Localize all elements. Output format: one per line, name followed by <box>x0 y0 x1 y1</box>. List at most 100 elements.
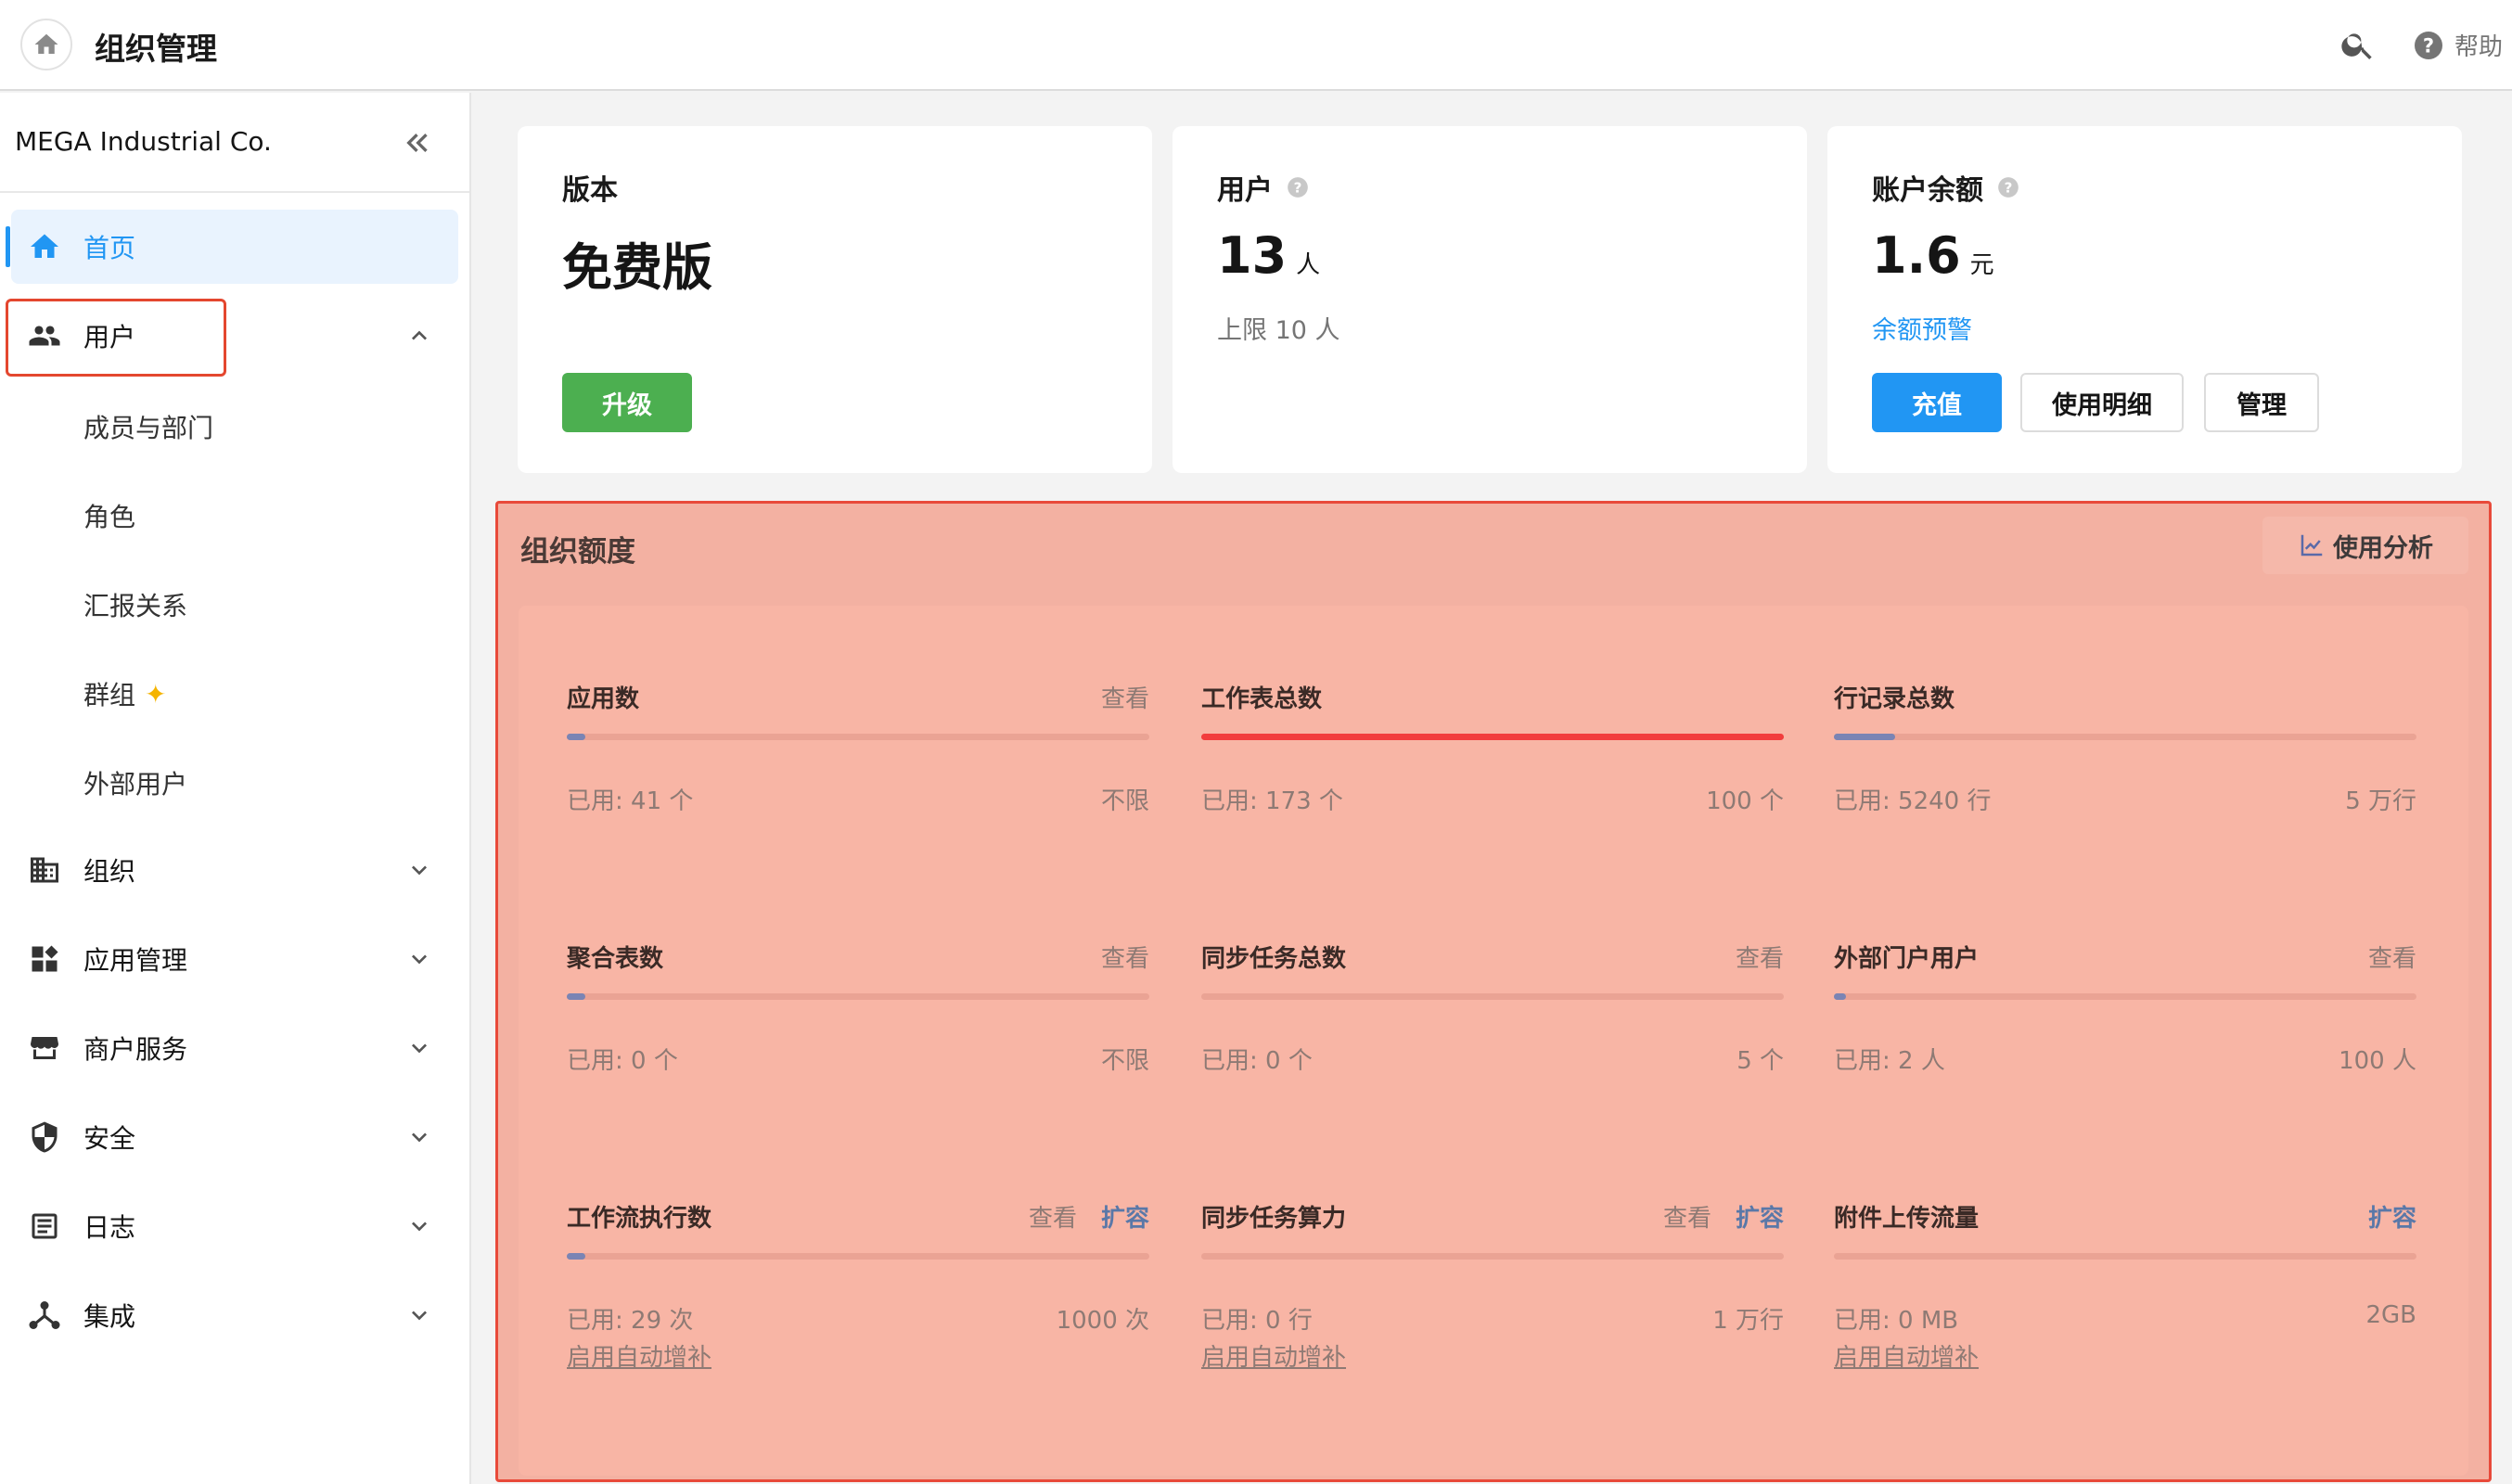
balance-unit: 元 <box>1969 251 1994 279</box>
view-link[interactable]: 查看 <box>1029 1199 1077 1234</box>
line-chart-icon <box>2301 534 2323 556</box>
store-icon <box>31 1037 58 1059</box>
active-highlight <box>11 210 458 284</box>
metric-label: 工作流执行数 <box>567 1205 712 1233</box>
metric-actions: 查看 <box>1101 680 1149 714</box>
metric-used: 已用: 2 人 <box>1834 1047 1945 1075</box>
chevron-down-icon <box>412 1043 427 1054</box>
sidebar-subitem-roles[interactable]: 角色 <box>83 497 135 534</box>
sidebar-item-organization[interactable]: 组织 <box>0 833 469 907</box>
users-value: 13 人 <box>1217 226 1320 285</box>
progress-fill <box>567 993 585 1000</box>
balance-card: 账户余额 ? 1.6 元 余额预警 充值 使用明细 管理 <box>1827 126 2462 473</box>
progress-track <box>1834 734 2416 740</box>
auto-topup-link[interactable]: 启用自动增补 <box>1834 1338 1979 1373</box>
metric-used: 已用: 0 个 <box>1201 1047 1313 1075</box>
home-icon <box>31 234 58 258</box>
metric-limit: 1000 次 <box>1056 1307 1149 1335</box>
chevron-up-icon <box>412 330 427 340</box>
question-icon[interactable]: ? <box>1996 175 2020 199</box>
sidebar-item-label: 应用管理 <box>83 945 188 976</box>
metric-used: 已用: 173 个 <box>1201 787 1343 815</box>
upgrade-button[interactable]: 升级 <box>562 373 692 432</box>
metric-label: 工作表总数 <box>1201 685 1323 713</box>
usage-analysis-button[interactable]: 使用分析 <box>2262 517 2468 574</box>
metric-apps: 应用数 查看 已用: 41 个 不限 <box>567 680 1149 902</box>
sidebar-item-merchant-services[interactable]: 商户服务 <box>0 1011 469 1085</box>
progress-track <box>1834 1253 2416 1260</box>
metric-actions: 查看 <box>1736 940 1784 974</box>
progress-track <box>1201 1253 1784 1260</box>
home-icon <box>34 33 58 54</box>
metric-label: 外部门户用户 <box>1834 945 1980 973</box>
balance-value: 1.6 元 <box>1872 226 1994 285</box>
sidebar-item-home[interactable]: 首页 <box>0 210 469 284</box>
quota-panel: 组织额度 使用分析 应用数 查看 已用: 41 个 不限 工作表总数 已用: 1… <box>495 501 2492 1482</box>
help-button[interactable]: ? 帮助 <box>2412 28 2503 62</box>
users-count: 13 <box>1217 226 1288 285</box>
usage-analysis-label: 使用分析 <box>2333 533 2433 563</box>
sidebar-item-logs[interactable]: 日志 <box>0 1189 469 1263</box>
sidebar-item-integration[interactable]: 集成 <box>0 1278 469 1352</box>
metric-sync-compute: 同步任务算力 查看 扩容 已用: 0 行 1 万行 启用自动增补 <box>1201 1199 1784 1422</box>
auto-topup-link[interactable]: 启用自动增补 <box>1201 1338 1346 1373</box>
auto-topup-link[interactable]: 启用自动增补 <box>567 1338 711 1373</box>
quota-grid: 应用数 查看 已用: 41 个 不限 工作表总数 已用: 173 个 100 个… <box>519 606 2468 1476</box>
svg-text:?: ? <box>2423 34 2434 57</box>
expand-link[interactable]: 扩容 <box>1736 1199 1784 1234</box>
usage-details-button[interactable]: 使用明细 <box>2020 373 2184 432</box>
card-title: 用户 ? <box>1217 167 1310 208</box>
metric-sync-tasks: 同步任务总数 查看 已用: 0 个 5 个 <box>1201 940 1784 1162</box>
view-link[interactable]: 查看 <box>1663 1199 1711 1234</box>
view-link[interactable]: 查看 <box>1101 940 1149 974</box>
sidebar-subitem-groups[interactable]: 群组 ✦ <box>83 675 166 712</box>
sidebar-item-label: 用户 <box>83 322 136 352</box>
card-title: 版本 <box>562 174 618 207</box>
metric-limit: 100 个 <box>1706 787 1784 815</box>
progress-track <box>1834 993 2416 1000</box>
chevron-down-icon <box>412 1132 427 1143</box>
metric-actions: 扩容 <box>2368 1199 2416 1234</box>
expand-link[interactable]: 扩容 <box>1101 1199 1149 1234</box>
sidebar-item-label: 日志 <box>83 1212 136 1243</box>
svg-text:?: ? <box>2005 179 2013 196</box>
question-icon[interactable]: ? <box>1286 175 1310 199</box>
metric-limit: 1 万行 <box>1712 1307 1784 1335</box>
recharge-button[interactable]: 充值 <box>1872 373 2002 432</box>
manage-button[interactable]: 管理 <box>2204 373 2319 432</box>
search-icon[interactable] <box>2339 26 2377 63</box>
sidebar-subitem-members[interactable]: 成员与部门 <box>83 408 213 445</box>
active-indicator <box>6 226 10 267</box>
integration-icon <box>29 1301 60 1329</box>
sidebar-item-users[interactable]: 用户 <box>0 299 469 373</box>
card-title: 账户余额 ? <box>1872 167 2020 208</box>
metric-workflow-runs: 工作流执行数 查看 扩容 已用: 29 次 1000 次 启用自动增补 <box>567 1199 1149 1422</box>
chevron-down-icon <box>412 1222 427 1232</box>
metric-limit: 不限 <box>1100 787 1149 815</box>
balance-amount: 1.6 <box>1872 226 1961 285</box>
sidebar-item-app-management[interactable]: 应用管理 <box>0 922 469 996</box>
shield-icon <box>32 1121 58 1153</box>
metric-actions: 查看 <box>1101 940 1149 974</box>
progress-track <box>1201 734 1784 740</box>
help-label: 帮助 <box>2454 33 2504 61</box>
metric-actions: 查看 <box>2368 940 2416 974</box>
sidebar-item-security[interactable]: 安全 <box>0 1100 469 1174</box>
org-name: MEGA Industrial Co. <box>15 126 272 157</box>
home-button[interactable] <box>20 19 72 70</box>
metric-used: 已用: 0 个 <box>567 1047 678 1075</box>
view-link[interactable]: 查看 <box>2368 940 2416 974</box>
view-link[interactable]: 查看 <box>1101 680 1149 714</box>
edition-value: 免费版 <box>562 238 712 297</box>
metric-used: 已用: 29 次 <box>567 1307 694 1335</box>
sidebar-item-label: 安全 <box>83 1123 136 1154</box>
view-link[interactable]: 查看 <box>1736 940 1784 974</box>
balance-alert-link[interactable]: 余额预警 <box>1872 310 1972 346</box>
sidebar-subitem-external-users[interactable]: 外部用户 <box>83 764 187 801</box>
sidebar-item-label: 组织 <box>83 856 136 887</box>
metric-portal-users: 外部门户用户 查看 已用: 2 人 100 人 <box>1834 940 2416 1162</box>
collapse-sidebar-icon[interactable] <box>399 124 436 161</box>
sidebar-subitem-reporting[interactable]: 汇报关系 <box>83 586 187 623</box>
expand-link[interactable]: 扩容 <box>2368 1199 2416 1234</box>
apps-icon <box>32 945 58 972</box>
